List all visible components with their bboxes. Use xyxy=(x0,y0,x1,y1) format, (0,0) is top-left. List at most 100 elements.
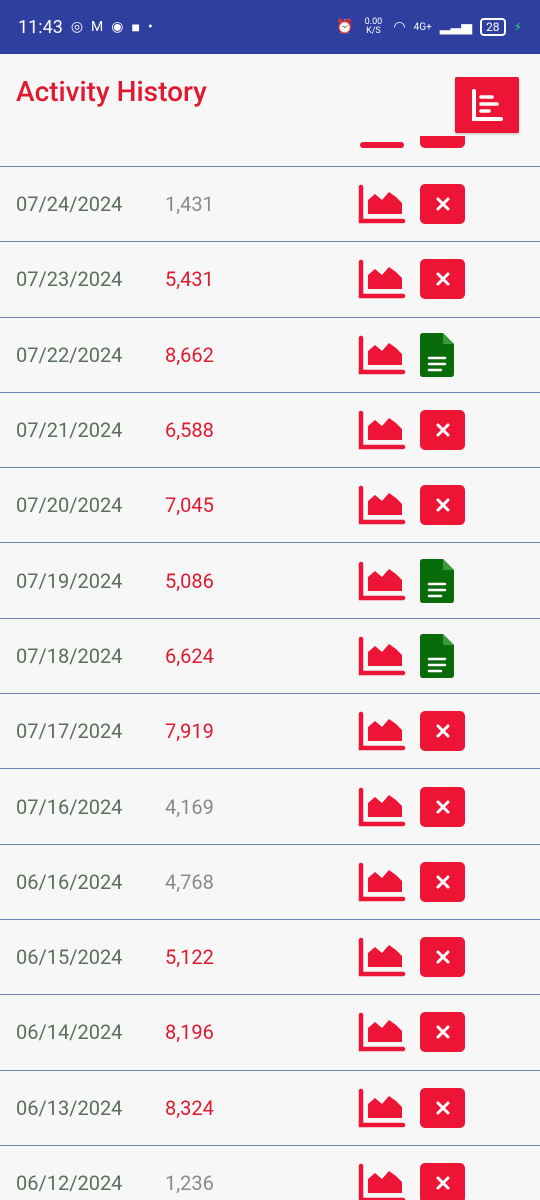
list-item: 07/20/2024 7,045 xyxy=(0,467,540,542)
row-value: 1,431 xyxy=(165,192,214,217)
delete-button[interactable] xyxy=(420,711,465,752)
chart-icon xyxy=(360,142,404,148)
app-bar: Activity History xyxy=(0,54,540,133)
delete-button[interactable] xyxy=(420,184,465,225)
delete-button[interactable] xyxy=(420,1163,465,1200)
row-value: 4,768 xyxy=(165,869,214,894)
chart-button[interactable] xyxy=(358,1012,406,1052)
delete-button[interactable] xyxy=(420,259,465,300)
close-icon xyxy=(436,800,449,814)
chart-button[interactable] xyxy=(358,184,406,224)
row-date: 06/15/2024 xyxy=(16,945,123,970)
chart-button[interactable] xyxy=(358,787,406,827)
chart-button[interactable] xyxy=(358,410,406,450)
row-value: 5,122 xyxy=(165,945,214,970)
row-value: 8,324 xyxy=(165,1095,214,1120)
alarm-icon: ⏰ xyxy=(335,19,354,35)
chart-button[interactable] xyxy=(358,1163,406,1200)
row-value: 6,588 xyxy=(165,418,214,443)
list-item: 06/13/2024 8,324 xyxy=(0,1069,540,1145)
clock: 11:43 xyxy=(18,16,63,38)
row-date: 07/16/2024 xyxy=(16,794,123,819)
chart-button[interactable] xyxy=(358,485,406,525)
chart-button[interactable] xyxy=(358,711,406,751)
list-item: 07/22/2024 8,662 xyxy=(0,316,540,392)
wifi-icon: ◠ xyxy=(393,19,406,35)
row-date: 07/21/2024 xyxy=(16,418,123,443)
list-item-partial xyxy=(0,128,540,166)
chart-icon xyxy=(358,260,406,299)
list-item: 06/15/2024 5,122 xyxy=(0,918,540,994)
row-value: 6,624 xyxy=(165,643,214,668)
chart-icon xyxy=(358,1163,406,1200)
row-date: 07/18/2024 xyxy=(16,643,123,668)
chart-icon xyxy=(358,636,406,676)
chart-button[interactable] xyxy=(358,937,406,977)
document-button[interactable] xyxy=(420,558,454,603)
list-item: 07/21/2024 6,588 xyxy=(0,391,540,467)
row-value: 5,431 xyxy=(165,267,214,292)
delete-button[interactable] xyxy=(420,1087,465,1128)
activity-list: 07/24/2024 1,431 07/23/2024 5,431 07/22/20… xyxy=(0,128,540,1200)
chart-icon xyxy=(358,184,406,224)
chart-icon xyxy=(358,335,406,374)
list-item: 07/23/2024 5,431 xyxy=(0,241,540,316)
menu-button[interactable] xyxy=(455,77,519,133)
close-icon xyxy=(436,1176,449,1190)
charging-icon: ⚡ xyxy=(513,20,522,34)
chart-button[interactable] xyxy=(358,561,406,601)
list-item: 07/17/2024 7,919 xyxy=(0,693,540,768)
chart-button[interactable] xyxy=(358,862,406,902)
chart-button[interactable] xyxy=(358,1088,406,1128)
list-item: 06/12/2024 1,236 xyxy=(0,1144,540,1200)
document-button[interactable] xyxy=(420,332,454,377)
row-value: 1,236 xyxy=(165,1171,214,1195)
close-icon xyxy=(436,498,449,512)
network-type: 4G+ xyxy=(413,21,432,33)
chart-icon xyxy=(358,937,406,977)
close-icon xyxy=(436,1025,449,1039)
dot-icon: • xyxy=(147,19,153,35)
close-icon xyxy=(436,423,449,437)
app-icon: ■ xyxy=(131,19,140,36)
row-date: 07/17/2024 xyxy=(16,719,123,744)
list-item: 07/18/2024 6,624 xyxy=(0,617,540,693)
delete-button[interactable] xyxy=(420,1012,465,1053)
delete-button[interactable] xyxy=(420,136,465,148)
delete-button[interactable] xyxy=(420,410,465,451)
row-date: 06/14/2024 xyxy=(16,1020,123,1045)
row-date: 07/20/2024 xyxy=(16,493,123,518)
row-value: 7,919 xyxy=(165,719,214,744)
delete-button[interactable] xyxy=(420,786,465,827)
delete-button[interactable] xyxy=(420,485,465,526)
chart-icon xyxy=(358,486,406,525)
page-title: Activity History xyxy=(16,74,207,108)
row-date: 07/22/2024 xyxy=(16,342,123,367)
delete-button[interactable] xyxy=(420,937,465,978)
list-icon xyxy=(472,89,503,121)
list-item: 06/14/2024 8,196 xyxy=(0,994,540,1069)
chart-button[interactable] xyxy=(358,636,406,676)
chart-icon xyxy=(358,1013,406,1052)
chart-button[interactable] xyxy=(358,335,406,375)
close-icon xyxy=(436,875,449,889)
chart-icon xyxy=(358,711,406,751)
row-date: 07/24/2024 xyxy=(16,192,123,217)
row-date: 06/12/2024 xyxy=(16,1171,123,1195)
row-date: 07/23/2024 xyxy=(16,267,123,292)
chart-icon xyxy=(358,787,406,826)
delete-button[interactable] xyxy=(420,861,465,902)
row-date: 07/19/2024 xyxy=(16,568,123,593)
close-icon xyxy=(436,724,449,738)
close-icon xyxy=(436,272,449,286)
gmail-icon: M xyxy=(91,19,104,35)
chart-icon xyxy=(358,1088,406,1127)
rows-container: 07/24/2024 1,431 07/23/2024 5,431 07/22/20… xyxy=(0,166,540,1200)
list-item: 07/16/2024 4,169 xyxy=(0,768,540,843)
chart-icon xyxy=(358,561,406,600)
row-value: 4,169 xyxy=(165,794,214,819)
close-icon xyxy=(436,197,449,211)
document-icon xyxy=(420,332,454,377)
document-button[interactable] xyxy=(420,633,454,678)
chart-button[interactable] xyxy=(358,259,406,299)
